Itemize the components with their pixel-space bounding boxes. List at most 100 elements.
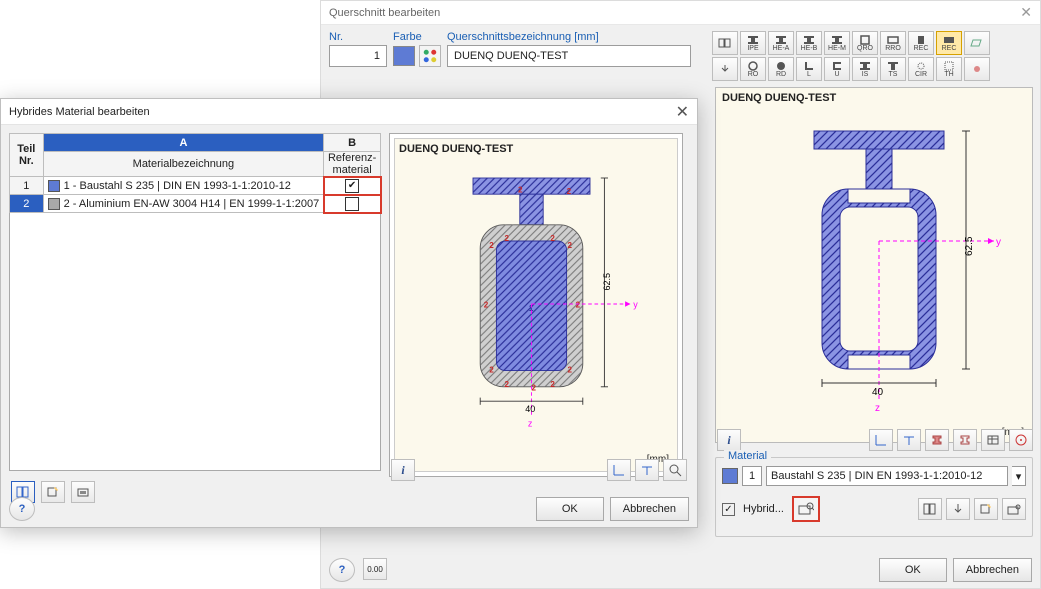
modal-preview-figure: 22 2222 22 22222 1 y z	[399, 155, 673, 435]
bezeichnung-input[interactable]: DUENQ DUENQ-TEST	[447, 45, 691, 67]
nr-input[interactable]: 1	[329, 45, 387, 67]
cancel-button-modal[interactable]: Abbrechen	[610, 497, 689, 521]
svg-text:62.5: 62.5	[602, 273, 612, 291]
cancel-button-main[interactable]: Abbrechen	[953, 558, 1032, 582]
library-open-button[interactable]	[712, 31, 738, 55]
profile-l-button[interactable]: L	[796, 57, 822, 81]
svg-text:2: 2	[550, 234, 555, 243]
profile-ts-button[interactable]: TS	[880, 57, 906, 81]
profile-u-button[interactable]: U	[824, 57, 850, 81]
profile-rro-button[interactable]: RRO	[880, 31, 906, 55]
material-new-button[interactable]	[974, 498, 998, 520]
farbe-label: Farbe	[393, 31, 441, 43]
values-button[interactable]	[981, 429, 1005, 451]
stress-button[interactable]	[1009, 429, 1033, 451]
svg-text:2: 2	[567, 187, 572, 196]
material-lib-button[interactable]	[918, 498, 942, 520]
profile-is-button[interactable]: IS	[852, 57, 878, 81]
modal-preview-panel: DUENQ DUENQ-TEST	[389, 133, 683, 477]
nr-field-group: Nr. 1	[329, 31, 387, 67]
material-edit-button[interactable]	[1002, 498, 1026, 520]
profile-ipe-button[interactable]: IPE	[740, 31, 766, 55]
hybrid-edit-button[interactable]	[792, 496, 820, 522]
bezeichnung-label: Querschnittsbezeichnung [mm]	[447, 31, 691, 43]
library-import-button[interactable]	[712, 57, 738, 81]
profile-th-button[interactable]: TH	[936, 57, 962, 81]
col-a-header[interactable]: A	[43, 134, 324, 152]
zoom-button[interactable]	[663, 459, 687, 481]
table-row[interactable]: 2 2 - Aluminium EN-AW 3004 H14 | EN 1999…	[10, 195, 381, 213]
profile-misc2-button[interactable]	[964, 57, 990, 81]
modal-bottom-bar: ? OK Abbrechen	[9, 497, 689, 521]
farbe-field-group: Farbe	[393, 31, 441, 67]
profile-hem-button[interactable]: HE-M	[824, 31, 850, 55]
profile-rec-selected-button[interactable]: REC	[936, 31, 962, 55]
profile-qro-button[interactable]: QRO	[852, 31, 878, 55]
profile-cir-button[interactable]: CIR	[908, 57, 934, 81]
material-group-label: Material	[724, 450, 771, 462]
svg-text:62.5: 62.5	[964, 236, 975, 256]
preview-title-main: DUENQ DUENQ-TEST	[722, 92, 1026, 104]
modal-title: Hybrides Material bearbeiten	[9, 106, 150, 118]
svg-text:2: 2	[489, 365, 494, 374]
svg-text:2: 2	[484, 301, 489, 310]
palette-button[interactable]	[419, 45, 441, 67]
col-b-header[interactable]: B	[324, 134, 381, 152]
farbe-swatch[interactable]	[393, 46, 415, 66]
chevron-down-icon[interactable]: ▾	[1012, 466, 1026, 486]
hatch-i-button[interactable]	[925, 429, 949, 451]
material-nr[interactable]: 1	[742, 466, 762, 486]
help-button-modal[interactable]: ?	[9, 497, 35, 521]
material-pick-button[interactable]	[946, 498, 970, 520]
profile-heb-button[interactable]: HE-B	[796, 31, 822, 55]
svg-text:2: 2	[568, 365, 573, 374]
table-row[interactable]: 1 1 - Baustahl S 235 | DIN EN 1993-1-1:2…	[10, 177, 381, 195]
hybrid-checkbox[interactable]	[722, 503, 735, 516]
profile-misc1-button[interactable]	[964, 31, 990, 55]
svg-text:40: 40	[872, 387, 884, 398]
svg-text:40: 40	[525, 404, 535, 414]
profile-rec-button[interactable]: REC	[908, 31, 934, 55]
svg-text:z: z	[528, 418, 533, 428]
profile-hea-button[interactable]: HE-A	[768, 31, 794, 55]
row-swatch-icon	[48, 198, 60, 210]
hatch-i2-button[interactable]	[953, 429, 977, 451]
nr-label: Nr.	[329, 31, 387, 43]
info-button[interactable]: i	[717, 429, 741, 451]
axis-t-button[interactable]	[635, 459, 659, 481]
hybrid-material-dialog: Hybrides Material bearbeiten ✕ Teil Nr.	[0, 98, 698, 528]
profile-toolbar: IPE HE-A HE-B HE-M QRO RRO REC REC RO RD…	[712, 31, 1032, 83]
material-table-panel: Teil Nr. A B Materialbezeichnung Referen…	[9, 133, 381, 507]
info-button[interactable]: i	[391, 459, 415, 481]
col-a-subheader: Materialbezeichnung	[43, 152, 324, 177]
preview-panel-main: DUENQ DUENQ-TEST	[715, 87, 1033, 443]
profile-ro-button[interactable]: RO	[740, 57, 766, 81]
modal-preview-toolbar: i	[389, 459, 687, 481]
tabbar: Querschnittsdaten	[355, 85, 444, 99]
svg-text:2: 2	[505, 380, 510, 389]
svg-text:2: 2	[505, 234, 510, 243]
axis-t-button[interactable]	[897, 429, 921, 451]
material-name-dropdown[interactable]: Baustahl S 235 | DIN EN 1993-1-1:2010-12	[766, 466, 1008, 486]
modal-preview-title: DUENQ DUENQ-TEST	[399, 143, 673, 155]
help-button-main[interactable]: ?	[329, 558, 355, 582]
axis-xy-button[interactable]	[607, 459, 631, 481]
reference-checkbox[interactable]	[345, 197, 359, 211]
units-button[interactable]: 0.00	[363, 558, 387, 580]
axis-xy-button[interactable]	[869, 429, 893, 451]
ok-button-main[interactable]: OK	[879, 558, 947, 582]
profile-rd-button[interactable]: RD	[768, 57, 794, 81]
svg-text:2: 2	[489, 241, 494, 250]
material-swatch	[722, 468, 738, 484]
main-titlebar: Querschnitt bearbeiten ✕	[321, 1, 1040, 25]
svg-text:2: 2	[568, 241, 573, 250]
reference-checkbox[interactable]	[345, 179, 359, 193]
ok-button-modal[interactable]: OK	[536, 497, 604, 521]
svg-text:2: 2	[532, 383, 537, 392]
close-icon[interactable]: ✕	[1020, 4, 1032, 21]
bezeichnung-field-group: Querschnittsbezeichnung [mm] DUENQ DUENQ…	[447, 31, 691, 67]
modal-titlebar: Hybrides Material bearbeiten ✕	[1, 99, 697, 125]
hybrid-label: Hybrid...	[743, 503, 784, 515]
material-table: Teil Nr. A B Materialbezeichnung Referen…	[9, 133, 381, 213]
close-icon[interactable]: ✕	[676, 102, 689, 122]
